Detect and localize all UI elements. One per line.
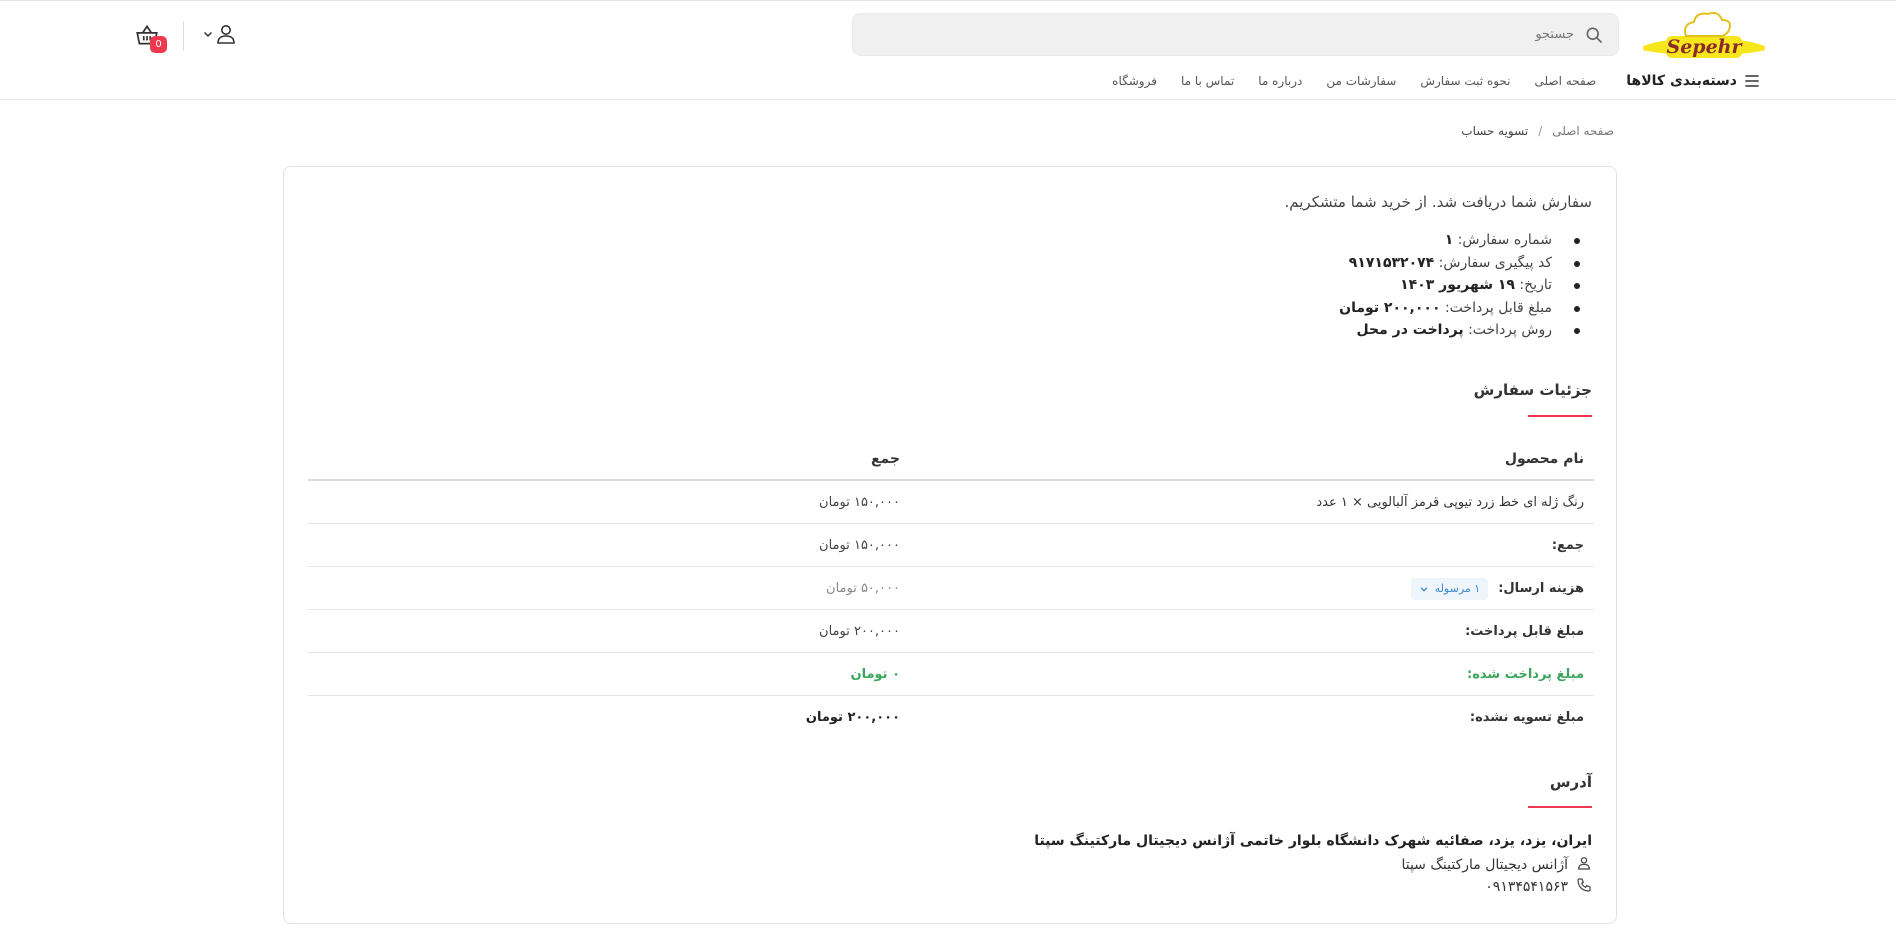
table-header-row: نام محصول جمع: [308, 437, 1594, 481]
product-name: رنگ ژله ای خط زرد تیوپی قرمز آلبالویی × …: [1316, 495, 1584, 510]
shipping-packages-toggle[interactable]: ۱ مرسوله: [1410, 577, 1489, 600]
search-bar[interactable]: [852, 13, 1619, 56]
paid-label: مبلغ پرداخت شده:: [1467, 667, 1584, 682]
categories-label: دسته‌بندی کالاها: [1626, 73, 1737, 89]
payable-label: مبلغ قابل پرداخت:: [1465, 624, 1584, 639]
table-row-paid: مبلغ پرداخت شده: ۰ تومان: [308, 653, 1594, 696]
summary-payment-method: روش پرداخت: پرداخت در محل: [1339, 319, 1592, 342]
address-underline: [1528, 806, 1592, 808]
table-row-product: رنگ ژله ای خط زرد تیوپی قرمز آلبالویی × …: [308, 481, 1594, 524]
cart-button[interactable]: 0: [134, 20, 168, 54]
col-product-header: نام محصول: [1504, 450, 1584, 467]
shipping-packages-label: ۱ مرسوله: [1434, 582, 1481, 595]
user-icon: [217, 25, 235, 44]
search-icon: [1586, 27, 1603, 44]
chevron-down-icon: [1420, 586, 1428, 592]
nav-link-how-to-order[interactable]: نحوه ثبت سفارش: [1420, 74, 1510, 88]
order-details-underline: [1528, 415, 1592, 417]
header-divider: [183, 21, 184, 51]
table-row-payable: مبلغ قابل پرداخت: ۲۰۰,۰۰۰ تومان: [308, 610, 1594, 653]
search-input[interactable]: [894, 14, 1574, 55]
chevron-down-icon: [203, 31, 213, 38]
summary-date: تاریخ: ۱۹ شهریور ۱۴۰۳: [1339, 274, 1592, 297]
breadcrumb-separator: /: [1538, 124, 1543, 138]
order-summary-list: شماره سفارش: ۱ کد پیگیری سفارش: ۹۱۷۱۵۳۲۰…: [1339, 229, 1592, 342]
nav-link-my-orders[interactable]: سفارشات من: [1326, 74, 1396, 88]
product-total: ۱۵۰,۰۰۰ تومان: [819, 495, 900, 510]
table-row-shipping: هزینه ارسال: ۱ مرسوله ۵۰,۰۰۰ تومان: [308, 567, 1594, 610]
address-title: آدرس: [1549, 773, 1592, 791]
main-nav: دسته‌بندی کالاها صفحه اصلی نحوه ثبت سفار…: [1088, 68, 1762, 94]
table-row-subtotal: جمع: ۱۵۰,۰۰۰ تومان: [308, 524, 1594, 567]
categories-menu[interactable]: دسته‌بندی کالاها: [1626, 71, 1762, 91]
svg-text:Sepehr: Sepehr: [1666, 36, 1743, 58]
table-row-unsettled: مبلغ تسویه نشده: ۲۰۰,۰۰۰ تومان: [308, 696, 1594, 739]
summary-tracking-code: کد پیگیری سفارش: ۹۱۷۱۵۳۲۰۷۴: [1339, 252, 1592, 275]
col-total-header: جمع: [870, 451, 900, 467]
summary-order-number: شماره سفارش: ۱: [1339, 229, 1592, 252]
payable-value: ۲۰۰,۰۰۰ تومان: [819, 624, 900, 639]
cart-count-badge: 0: [150, 36, 167, 53]
phone-icon: [1577, 878, 1591, 892]
order-received-card: سفارش شما دریافت شد. از خرید شما متشکریم…: [283, 166, 1617, 924]
site-header: Sepehr 0 دسته‌بندی کالاها صفحه ا: [0, 0, 1896, 100]
shipping-value: ۵۰,۰۰۰ تومان: [826, 581, 900, 596]
thanks-message: سفارش شما دریافت شد. از خرید شما متشکریم…: [1284, 193, 1593, 211]
shipping-label: هزینه ارسال:: [1498, 581, 1584, 596]
summary-payable: مبلغ قابل پرداخت: ۲۰۰,۰۰۰ تومان: [1339, 297, 1592, 320]
order-details-title: جزئیات سفارش: [1473, 381, 1592, 399]
shipping-cell: هزینه ارسال: ۱ مرسوله: [1410, 567, 1584, 610]
nav-link-about[interactable]: درباره ما: [1258, 74, 1302, 88]
breadcrumb-current: تسویه حساب: [1461, 124, 1529, 138]
subtotal-value: ۱۵۰,۰۰۰ تومان: [819, 538, 900, 553]
address-full: ایران، یزد، یزد، صفائیه شهرک دانشگاه بلو…: [1034, 833, 1592, 849]
address-recipient: آژانس دیجیتال مارکتینگ سپتا: [1401, 855, 1592, 873]
address-phone: ۰۹۱۳۴۵۴۱۵۶۳: [1485, 877, 1592, 895]
unsettled-label: مبلغ تسویه نشده:: [1469, 710, 1584, 725]
recipient-name: آژانس دیجیتال مارکتینگ سپتا: [1401, 857, 1568, 873]
site-logo[interactable]: Sepehr: [1638, 10, 1770, 60]
breadcrumb-home[interactable]: صفحه اصلی: [1552, 124, 1614, 138]
subtotal-label: جمع:: [1551, 538, 1584, 553]
unsettled-value: ۲۰۰,۰۰۰ تومان: [805, 710, 900, 725]
paid-value: ۰ تومان: [850, 667, 900, 682]
nav-link-contact[interactable]: تماس با ما: [1181, 74, 1234, 88]
nav-link-home[interactable]: صفحه اصلی: [1535, 74, 1597, 88]
breadcrumb: صفحه اصلی / تسویه حساب: [1461, 124, 1614, 138]
order-details-table: نام محصول جمع رنگ ژله ای خط زرد تیوپی قر…: [308, 437, 1594, 739]
user-icon: [1578, 857, 1590, 870]
hamburger-icon: [1745, 75, 1759, 87]
user-menu[interactable]: [202, 20, 242, 50]
phone-number: ۰۹۱۳۴۵۴۱۵۶۳: [1485, 879, 1568, 895]
nav-link-shop[interactable]: فروشگاه: [1112, 74, 1157, 88]
logo-image: Sepehr: [1643, 11, 1765, 58]
